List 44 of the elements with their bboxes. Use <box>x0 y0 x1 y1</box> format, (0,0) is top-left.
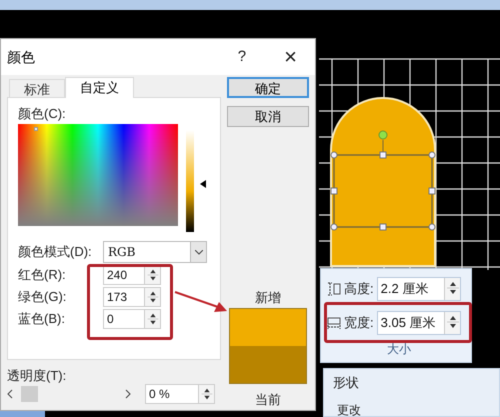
annotation-arrow <box>174 291 227 312</box>
mode-label: 颜色模式(D): <box>18 243 93 262</box>
group-label: 大小 <box>386 343 412 355</box>
mode-dropdown[interactable]: RGB <box>103 241 207 263</box>
dialog-button[interactable]: 取消 <box>227 106 309 127</box>
spin-buttons[interactable] <box>144 310 160 328</box>
color-spectrum[interactable] <box>18 124 178 226</box>
close-button[interactable]: × <box>278 46 303 68</box>
channel-label: 绿色(G): <box>18 288 68 306</box>
width-icon <box>327 316 341 330</box>
spin-buttons[interactable] <box>444 278 460 300</box>
luminance-bar[interactable] <box>186 130 194 232</box>
slider-thumb[interactable] <box>21 386 38 402</box>
tab[interactable]: 标准 <box>9 79 65 97</box>
spin-buttons[interactable] <box>198 385 214 403</box>
spectrum-label: 颜色(C): <box>18 105 67 122</box>
tab[interactable]: 自定义 <box>65 77 134 98</box>
channel-label: 蓝色(B): <box>18 310 66 328</box>
field-label: 高度: <box>344 280 374 298</box>
window-title: 颜色 <box>7 48 35 66</box>
dialog-button[interactable]: 确定 <box>227 77 309 98</box>
number-field[interactable]: 173 <box>103 287 161 307</box>
shape-drawing[interactable] <box>330 97 436 267</box>
channel-label: 红色(R): <box>18 266 67 284</box>
spin-buttons[interactable] <box>144 266 160 284</box>
spin-buttons[interactable] <box>144 288 160 306</box>
transparency-slider[interactable] <box>7 386 131 402</box>
number-field[interactable]: 240 <box>103 265 161 285</box>
picker-marker[interactable] <box>34 127 38 131</box>
luminance-arrow-icon[interactable] <box>200 180 206 188</box>
swatch-label: 新增 <box>255 289 281 307</box>
panel-title: 形状 <box>333 374 360 392</box>
height-icon <box>327 282 341 296</box>
help-button[interactable]: ? <box>230 46 254 68</box>
swatch-label: 当前 <box>255 391 281 409</box>
size-field[interactable]: 3.05 厘米 <box>376 311 461 335</box>
transparency-label: 透明度(T): <box>7 367 68 384</box>
change-button[interactable]: 更改 <box>333 400 361 417</box>
percent-field[interactable]: 0 % <box>145 384 215 404</box>
field-label: 宽度: <box>344 314 374 332</box>
caret-icon[interactable] <box>190 242 206 262</box>
spin-buttons[interactable] <box>444 312 460 334</box>
number-field[interactable]: 0 <box>103 309 161 329</box>
size-field[interactable]: 2.2 厘米 <box>376 277 461 301</box>
